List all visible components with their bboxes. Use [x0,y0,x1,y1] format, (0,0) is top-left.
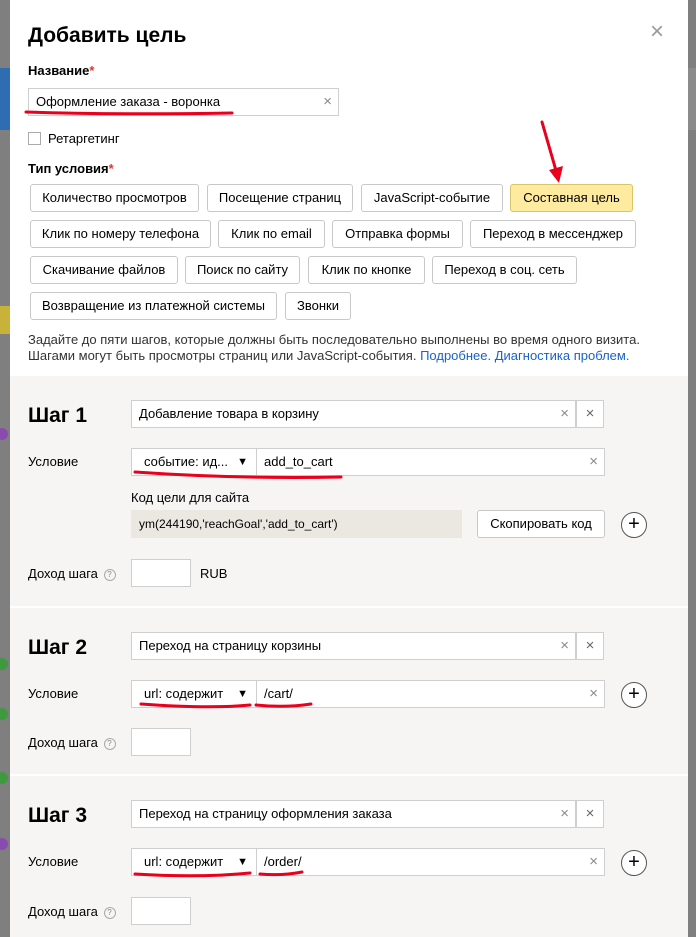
condition-type-downloads[interactable]: Скачивание файлов [30,256,178,284]
background-button-fragment [0,306,10,334]
step-income-input[interactable] [131,897,191,925]
clear-icon[interactable]: × [589,849,598,875]
chevron-down-icon: ▼ [237,456,248,468]
clear-icon[interactable]: × [560,801,569,827]
condition-label: Условие [28,854,79,869]
background-icon [0,772,8,784]
step-name-input[interactable]: Переход на страницу корзины × [131,632,576,660]
step-income-input[interactable] [131,728,191,756]
condition-type-select[interactable]: событие: ид... ▼ [131,448,257,476]
name-label: Название* [28,63,95,78]
condition-type-payment-return[interactable]: Возвращение из платежной системы [30,292,277,320]
step-3-section: Шаг 3 Переход на страницу оформления зак… [10,776,688,937]
condition-type-messenger[interactable]: Переход в мессенджер [470,220,636,248]
condition-value-input[interactable]: add_to_cart × [256,448,605,476]
condition-type-js-event[interactable]: JavaScript-событие [361,184,503,212]
step-income-label: Доход шага ? [28,904,116,919]
condition-type-composite[interactable]: Составная цель [510,184,633,212]
currency-label: RUB [200,566,228,581]
background-panel-fragment [0,68,10,130]
condition-type-label: Тип условия* [28,161,114,176]
clear-icon[interactable]: × [323,89,332,115]
close-icon[interactable]: × [650,20,664,44]
condition-type-email-click[interactable]: Клик по email [218,220,325,248]
remove-step-icon[interactable]: × [576,800,604,828]
condition-type-select[interactable]: url: содержит ▼ [131,680,257,708]
condition-type-views[interactable]: Количество просмотров [30,184,199,212]
condition-value-input[interactable]: /order/ × [256,848,605,876]
add-goal-dialog: Добавить цель × Название* Оформление зак… [10,0,688,937]
step-income-label: Доход шага ? [28,566,116,581]
add-condition-icon[interactable]: + [621,512,647,538]
help-icon[interactable]: ? [103,738,116,750]
condition-type-social[interactable]: Переход в соц. сеть [432,256,577,284]
help-icon[interactable]: ? [103,569,116,581]
step-2-section: Шаг 2 Переход на страницу корзины × × Ус… [10,608,688,774]
clear-icon[interactable]: × [589,681,598,707]
condition-value-input[interactable]: /cart/ × [256,680,605,708]
step-title: Шаг 1 [28,404,88,427]
diagnostics-link[interactable]: Диагностика проблем. [495,348,630,363]
condition-type-site-search[interactable]: Поиск по сайту [185,256,300,284]
goal-name-input[interactable]: Оформление заказа - воронка × [28,88,339,116]
help-icon[interactable]: ? [103,907,116,919]
step-1-section: Шаг 1 Добавление товара в корзину × × Ус… [10,376,688,606]
background-icon [0,708,8,720]
step-title: Шаг 3 [28,804,88,827]
condition-type-phone-click[interactable]: Клик по номеру телефона [30,220,211,248]
remove-step-icon[interactable]: × [576,632,604,660]
add-condition-icon[interactable]: + [621,682,647,708]
condition-type-button-click[interactable]: Клик по кнопке [308,256,425,284]
background-icon [0,838,8,850]
step-name-input[interactable]: Переход на страницу оформления заказа × [131,800,576,828]
goal-code-snippet: ym(244190,'reachGoal','add_to_cart') [131,510,462,538]
steps-description: Задайте до пяти шагов, которые должны бы… [28,332,640,363]
retargeting-checkbox[interactable] [28,132,41,145]
chevron-down-icon: ▼ [237,856,248,868]
background-icon [0,658,8,670]
add-condition-icon[interactable]: + [621,850,647,876]
step-name-input[interactable]: Добавление товара в корзину × [131,400,576,428]
background-panel-fragment [688,68,696,130]
clear-icon[interactable]: × [589,449,598,475]
clear-icon[interactable]: × [560,633,569,659]
condition-label: Условие [28,686,79,701]
more-link[interactable]: Подробнее. [420,348,491,363]
clear-icon[interactable]: × [560,401,569,427]
background-icon [0,428,8,440]
dialog-title: Добавить цель [28,24,187,47]
arrow-icon [540,120,559,176]
condition-type-select[interactable]: url: содержит ▼ [131,848,257,876]
goal-code-label: Код цели для сайта [131,490,250,505]
condition-label: Условие [28,454,79,469]
arrow-head-icon [549,166,563,183]
condition-type-pages[interactable]: Посещение страниц [207,184,353,212]
condition-type-calls[interactable]: Звонки [285,292,351,320]
condition-type-form-submit[interactable]: Отправка формы [332,220,463,248]
step-income-label: Доход шага ? [28,735,116,750]
copy-code-button[interactable]: Скопировать код [477,510,605,538]
retargeting-label: Ретаргетинг [48,131,120,146]
remove-step-icon[interactable]: × [576,400,604,428]
step-title: Шаг 2 [28,636,88,659]
step-income-input[interactable] [131,559,191,587]
chevron-down-icon: ▼ [237,688,248,700]
